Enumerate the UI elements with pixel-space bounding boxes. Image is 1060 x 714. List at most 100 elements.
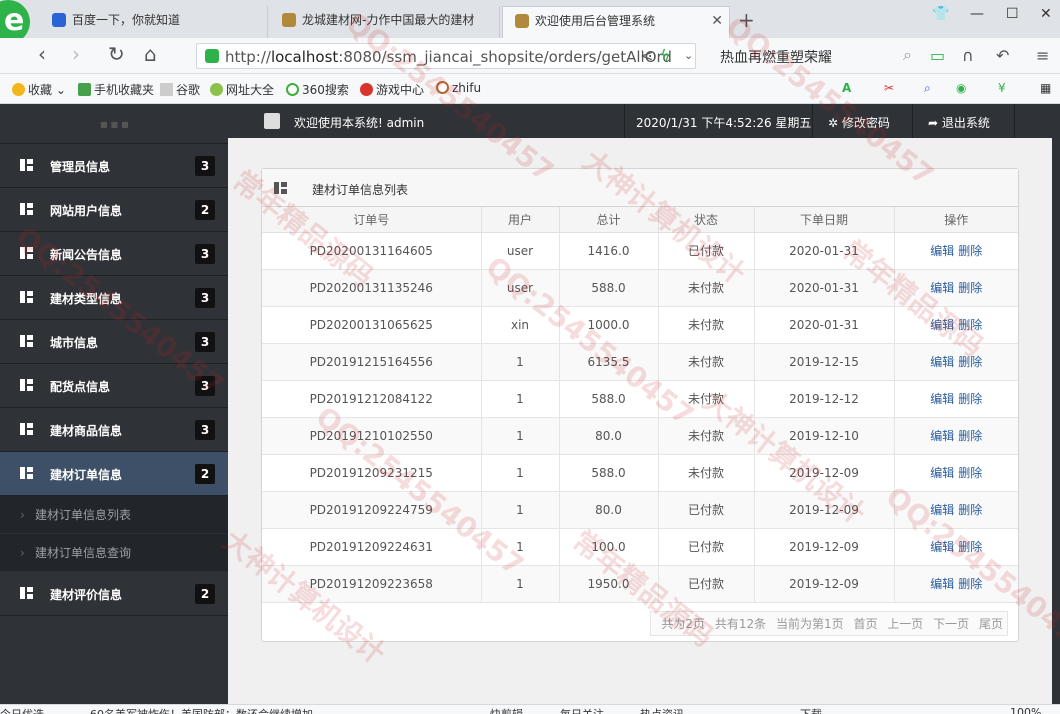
edit-link[interactable]: 编辑 [930,429,954,443]
headphones-icon[interactable]: ∩ [962,46,974,65]
sidebar-item[interactable]: 建材类型信息 3 [0,276,228,320]
tab-admin[interactable]: 欢迎使用后台管理系统 ✕ [502,6,730,38]
sidebar-item[interactable]: 建材商品信息 3 [0,408,228,452]
edit-link[interactable]: 编辑 [930,392,954,406]
status-item[interactable]: 今日优选 [0,706,44,714]
edit-link[interactable]: 编辑 [930,540,954,554]
bookmark-360search[interactable]: 360搜索 [286,81,349,98]
count-badge: 3 [195,244,215,264]
translate-icon[interactable]: A [842,81,851,95]
sidebar-item[interactable]: 建材评价信息 2 [0,572,228,616]
bookmark-zhifu[interactable]: zhifu [436,81,481,95]
home-icon[interactable]: ⌂ [144,42,157,66]
sidebar-item[interactable]: 建材订单信息 2 [0,452,228,496]
menu-icon[interactable]: ≡ [1036,46,1049,65]
sidebar-item[interactable]: 网站用户信息 2 [0,188,228,232]
status-news[interactable]: 60名美军被炸伤！美国防部：数还会继续增加 [90,706,313,714]
back-icon[interactable]: ‹ [38,42,46,66]
collapse-dots-icon[interactable]: ■■■ [100,120,132,129]
edit-link[interactable]: 编辑 [930,318,954,332]
logout-button[interactable]: ➦ 退出系统 [928,114,990,131]
apps-icon[interactable]: ▦ [1040,81,1051,95]
change-password-button[interactable]: ✲ 修改密码 [828,114,890,131]
delete-link[interactable]: 删除 [958,466,982,480]
edit-link[interactable]: 编辑 [930,355,954,369]
pager-next[interactable]: 下一页 [933,617,969,631]
cell-user: 1 [480,416,560,455]
site-favicon-icon [515,14,529,28]
delete-link[interactable]: 删除 [958,577,982,591]
cell-status: 未付款 [657,305,755,344]
delete-link[interactable]: 删除 [958,429,982,443]
delete-link[interactable]: 删除 [958,355,982,369]
sidebar-subitem[interactable]: 建材订单信息列表 [0,496,228,534]
status-item[interactable]: 快剪辑 [490,706,523,714]
delete-link[interactable]: 删除 [958,540,982,554]
search-icon[interactable]: ⌕ [903,45,912,65]
col-status: 状态 [657,207,755,233]
tab-title: 百度一下，你就知道 [72,13,181,27]
grid-icon [20,335,33,347]
table-row: PD20200131065625 xin 1000.0 未付款 2020-01-31 编辑… [262,305,1018,344]
sidebar-item-label: 建材类型信息 [50,292,123,306]
lightning-icon[interactable]: ϟ [660,46,671,65]
pager-last[interactable]: 尾页 [979,617,1003,631]
delete-link[interactable]: 删除 [958,503,982,517]
table-row: PD20191209223658 1 1950.0 已付款 2019-12-09 编辑 删除 [262,564,1018,603]
edit-link[interactable]: 编辑 [930,466,954,480]
bookmark-games[interactable]: 游戏中心 [360,81,424,98]
minimize-icon[interactable]: — [970,6,984,22]
orders-panel: 建材订单信息列表 订单号 用户 总计 状态 下单日期 操作 PD20200131… [261,168,1019,642]
gamepad-icon[interactable]: ◉ [956,81,966,95]
status-item[interactable]: 下载 [800,706,822,714]
sidebar-item[interactable]: 新闻公告信息 3 [0,232,228,276]
money-icon[interactable]: ¥ [998,81,1006,95]
scissors-icon[interactable]: ✂ [884,81,894,95]
cell-user: 1 [480,564,560,603]
new-tab-icon[interactable]: + [738,8,755,32]
bookmark-hao[interactable]: 网址大全 [210,81,274,98]
search-box[interactable]: 热血再燃重塑荣耀 ⌕ [710,43,920,69]
status-item[interactable]: 每日关注 [560,706,604,714]
bookmark-mobile[interactable]: 手机收藏夹 [78,81,154,98]
delete-link[interactable]: 删除 [958,392,982,406]
baidu-paw-icon [52,13,66,27]
dropdown-icon[interactable]: ⌄ [684,49,693,62]
share-icon[interactable]: ⋖ [640,46,653,65]
skin-icon[interactable]: 👕 [932,6,949,22]
status-item[interactable]: 热点资讯 [640,706,684,714]
pager-first[interactable]: 首页 [853,617,877,631]
cell-total: 100.0 [558,527,659,566]
magnifier-icon[interactable]: ⌕ [924,81,931,96]
cell-actions: 编辑 删除 [893,453,1018,492]
close-window-icon[interactable]: ✕ [1040,6,1052,22]
edit-link[interactable]: 编辑 [930,244,954,258]
grid-icon [20,159,33,171]
cell-actions: 编辑 删除 [893,416,1018,455]
bookmark-google[interactable]: 谷歌 [160,81,200,98]
pager-prev[interactable]: 上一页 [887,617,923,631]
sidebar-subitem[interactable]: 建材订单信息查询 [0,534,228,572]
sidebar-item[interactable]: 城市信息 3 [0,320,228,364]
close-tab-icon[interactable]: ✕ [711,7,723,35]
edit-link[interactable]: 编辑 [930,577,954,591]
sidebar-item[interactable]: 管理员信息 3 [0,144,228,188]
edit-link[interactable]: 编辑 [930,503,954,517]
cell-actions: 编辑 删除 [893,268,1018,307]
delete-link[interactable]: 删除 [958,318,982,332]
sidebar-item[interactable]: 配货点信息 3 [0,364,228,408]
refresh-icon[interactable]: ↻ [108,42,125,66]
bookmark-favorites[interactable]: 收藏 ⌄ [12,81,66,98]
cell-actions: 编辑 删除 [893,342,1018,381]
tab-longcheng[interactable]: 龙城建材网-力作中国最大的建材 [270,6,500,38]
edit-link[interactable]: 编辑 [930,281,954,295]
tab-baidu[interactable]: 百度一下，你就知道 [40,6,268,38]
delete-link[interactable]: 删除 [958,281,982,295]
gear-icon: ✲ [828,116,839,130]
url-input[interactable]: http://localhost:8080/ssm_jiancai_shopsi… [196,43,696,69]
status-zoom[interactable]: 100% [1010,706,1041,714]
forward-icon[interactable]: › [72,42,80,66]
undo-icon[interactable]: ↶ [996,46,1009,65]
delete-link[interactable]: 删除 [958,244,982,258]
maximize-icon[interactable]: ☐ [1006,6,1019,22]
